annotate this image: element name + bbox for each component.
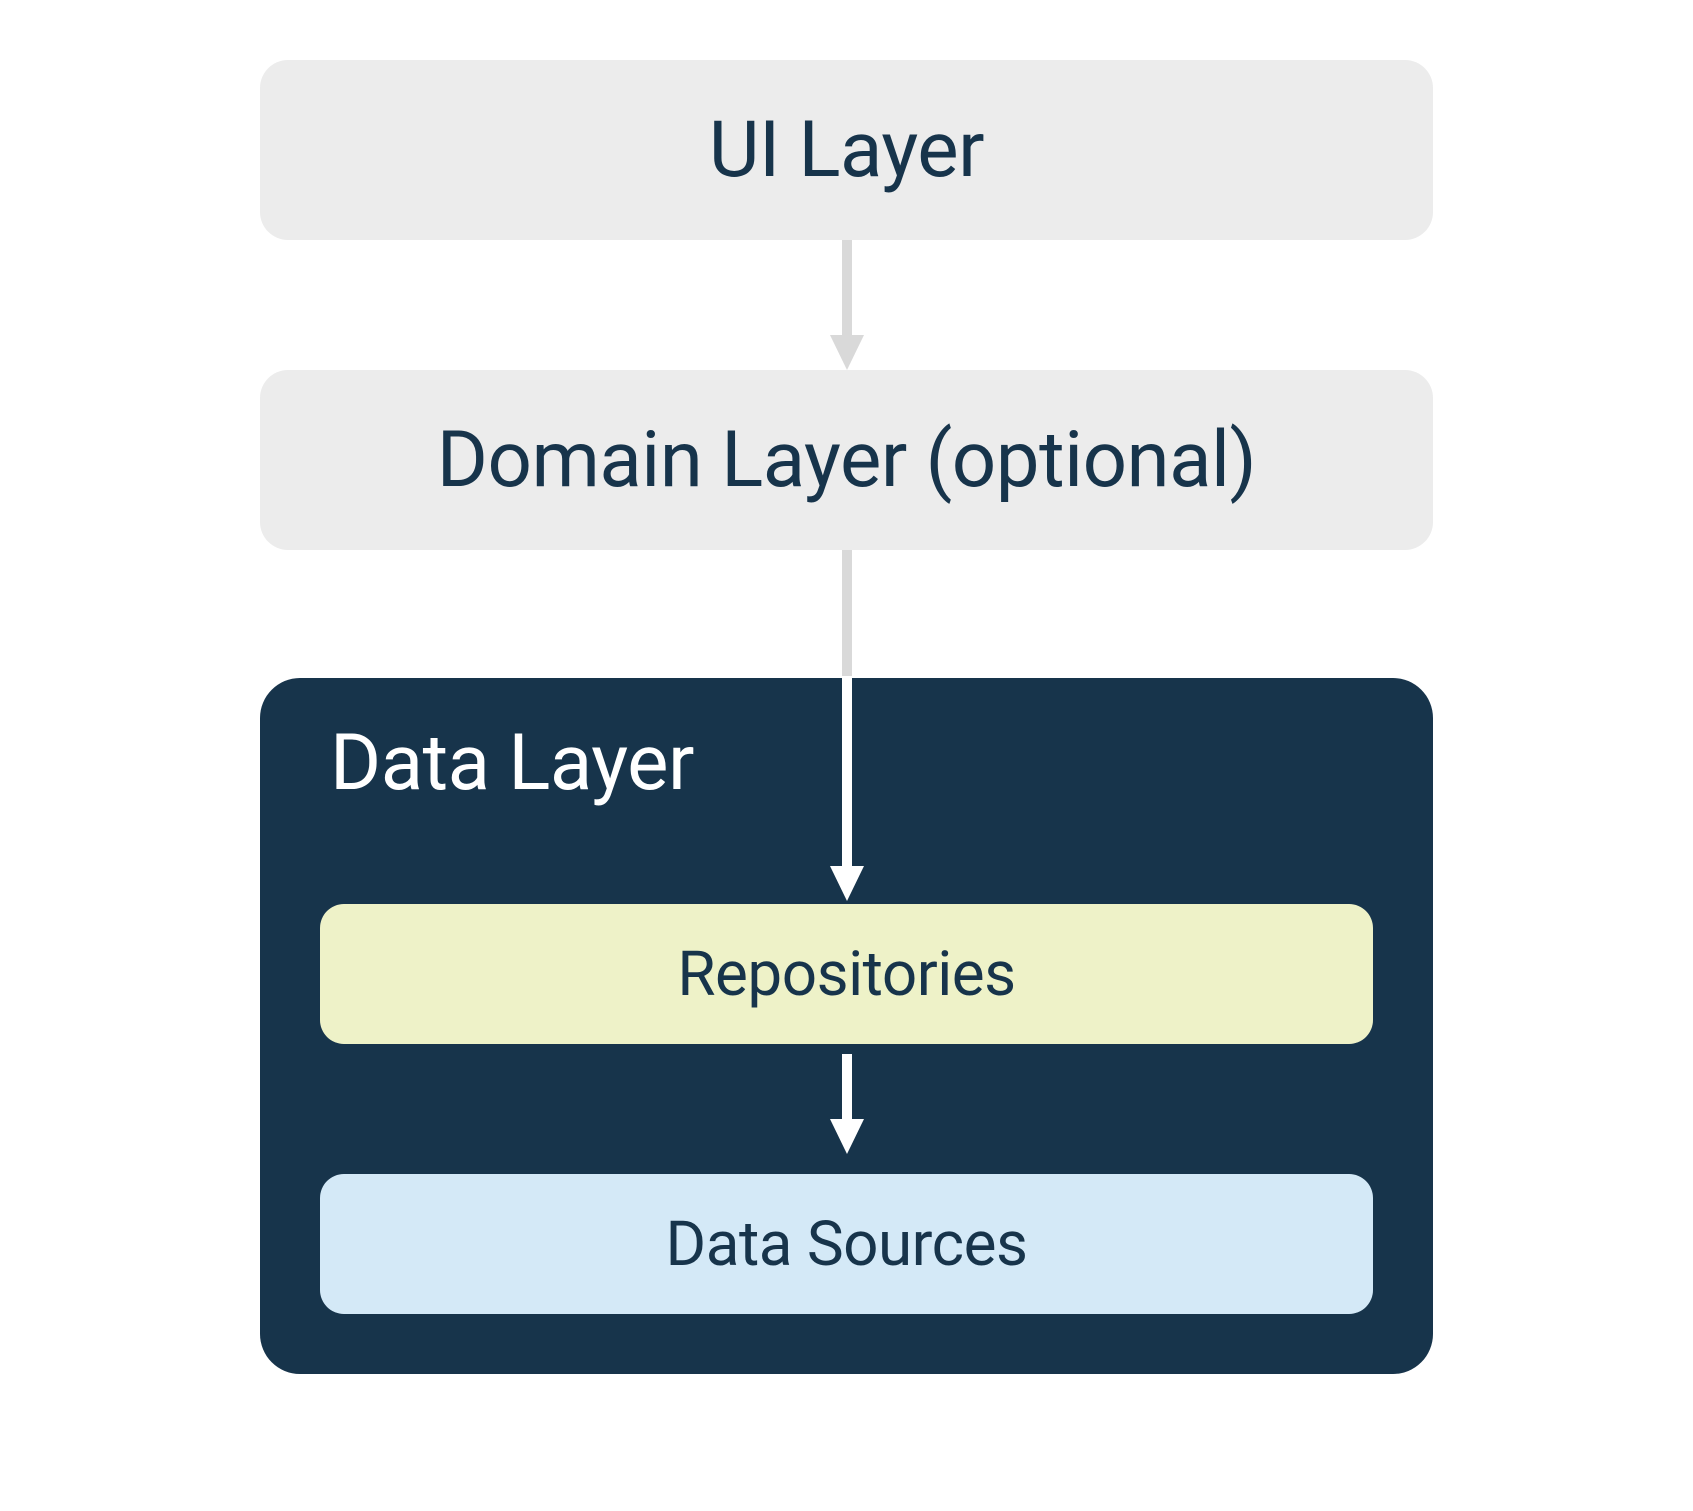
arrow-repo-to-sources	[320, 1054, 1373, 1154]
data-sources-box: Data Sources	[320, 1174, 1373, 1314]
arrow-domain-to-data-top	[260, 550, 1433, 680]
arrow-line-icon	[822, 550, 872, 680]
domain-layer-box: Domain Layer (optional)	[260, 370, 1433, 550]
arrow-down-icon	[822, 240, 872, 370]
data-sources-label: Data Sources	[666, 1208, 1028, 1281]
repositories-box: Repositories	[320, 904, 1373, 1044]
data-layer-container: Data Layer Repositories Data Sources	[260, 678, 1433, 1374]
arrow-into-data-icon	[822, 676, 872, 901]
arrow-down-white-icon	[822, 1054, 872, 1154]
arrow-ui-to-domain	[260, 240, 1433, 370]
ui-layer-label: UI Layer	[709, 105, 984, 196]
domain-layer-label: Domain Layer (optional)	[437, 415, 1256, 506]
ui-layer-box: UI Layer	[260, 60, 1433, 240]
repositories-label: Repositories	[677, 938, 1015, 1011]
